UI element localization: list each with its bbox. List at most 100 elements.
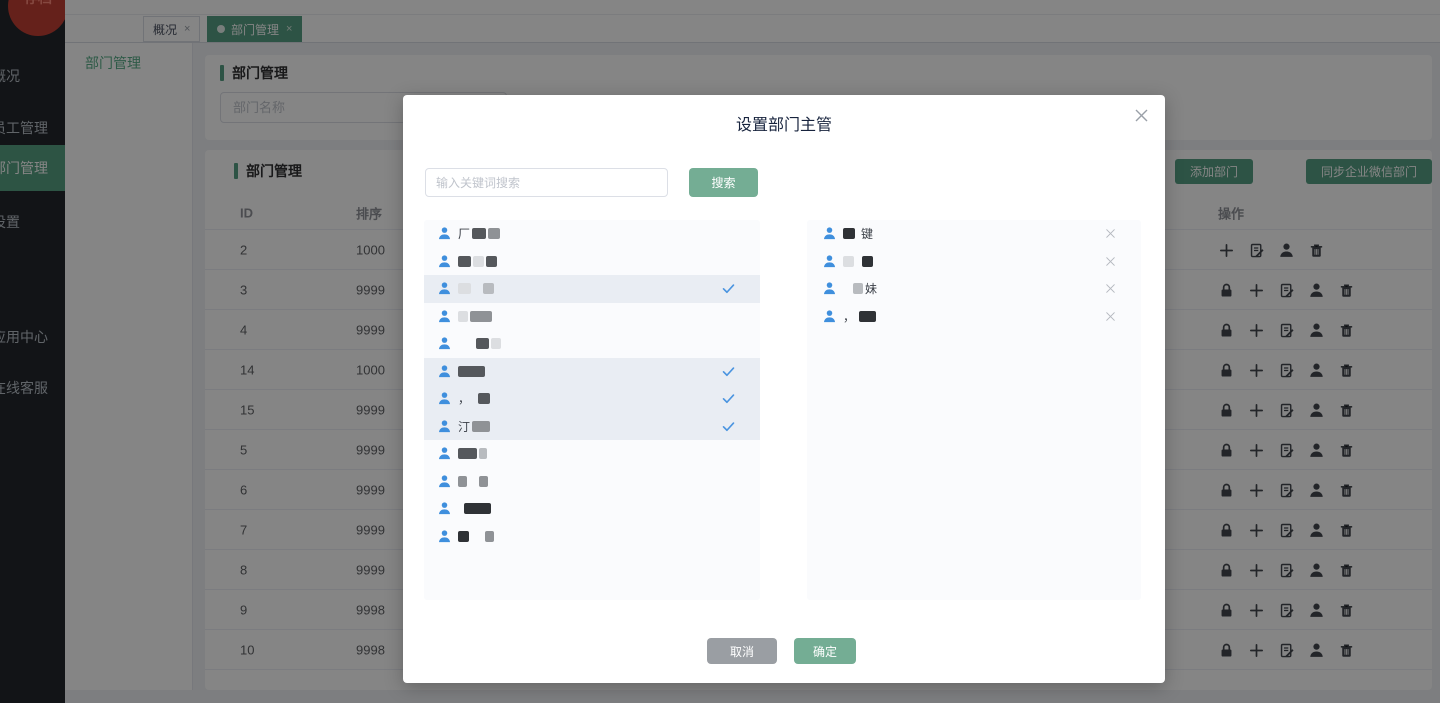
close-icon[interactable] bbox=[1134, 108, 1149, 123]
check-icon bbox=[721, 281, 736, 296]
censored-name-block bbox=[472, 228, 487, 240]
cancel-button[interactable]: 取消 bbox=[707, 638, 777, 664]
person-icon bbox=[439, 420, 450, 432]
person-icon bbox=[439, 392, 450, 405]
check-icon bbox=[722, 394, 735, 404]
candidate-user-row[interactable] bbox=[424, 523, 760, 551]
keyword-search-input[interactable] bbox=[425, 168, 668, 197]
person-icon bbox=[437, 364, 452, 379]
censored-name-block bbox=[473, 255, 484, 267]
candidate-user-row[interactable] bbox=[424, 495, 760, 523]
selected-manager-row: 键 bbox=[807, 220, 1141, 248]
name-gap bbox=[458, 343, 476, 344]
candidate-user-list: 厂 ， 汀 bbox=[424, 220, 760, 600]
remove-icon bbox=[1106, 229, 1115, 239]
censored-name-block bbox=[853, 283, 863, 295]
set-department-manager-dialog: 设置部门主管 搜索 厂 ， 汀 键妹 ， 取消 确定 bbox=[403, 95, 1165, 683]
remove-icon bbox=[1106, 256, 1115, 266]
remove-icon bbox=[1106, 311, 1115, 321]
person-icon bbox=[824, 310, 835, 322]
selected-manager-row: ， bbox=[807, 303, 1141, 331]
candidate-user-row[interactable] bbox=[424, 275, 760, 303]
person-icon bbox=[439, 337, 450, 350]
candidate-user-row[interactable]: 汀 bbox=[424, 412, 760, 440]
censored-name-block bbox=[458, 530, 469, 542]
remove-icon[interactable] bbox=[1104, 282, 1117, 295]
check-icon bbox=[722, 422, 735, 431]
candidate-user-row[interactable] bbox=[424, 357, 760, 385]
check-icon bbox=[721, 391, 736, 406]
censored-name-block bbox=[486, 255, 497, 267]
person-icon bbox=[822, 226, 837, 241]
censored-name-block bbox=[483, 283, 494, 295]
person-icon bbox=[439, 310, 450, 322]
person-icon bbox=[437, 281, 452, 296]
censored-name-block bbox=[458, 475, 467, 487]
name-fragment: 键 bbox=[861, 227, 874, 242]
remove-icon[interactable] bbox=[1104, 227, 1117, 240]
person-icon bbox=[439, 475, 450, 487]
search-button[interactable]: 搜索 bbox=[689, 168, 758, 197]
remove-icon bbox=[1106, 284, 1115, 294]
censored-name-block bbox=[476, 338, 489, 350]
candidate-user-row[interactable] bbox=[424, 330, 760, 358]
person-icon bbox=[822, 254, 837, 269]
selected-manager-list: 键妹 ， bbox=[807, 220, 1141, 600]
person-icon bbox=[439, 365, 450, 377]
name-fragment: 汀 bbox=[458, 419, 471, 434]
censored-name-block bbox=[458, 255, 471, 267]
candidate-user-row[interactable] bbox=[424, 303, 760, 331]
name-fragment: 妹 bbox=[865, 282, 878, 297]
check-icon bbox=[721, 419, 736, 434]
censored-name-block bbox=[458, 310, 468, 322]
censored-name-block bbox=[843, 228, 855, 240]
person-icon bbox=[439, 227, 450, 240]
person-icon bbox=[437, 336, 452, 351]
censored-name-block bbox=[458, 283, 471, 295]
censored-name-block bbox=[479, 475, 488, 487]
censored-name-block bbox=[470, 310, 492, 322]
censored-name-block bbox=[859, 310, 877, 322]
person-icon bbox=[439, 447, 450, 460]
person-icon bbox=[437, 501, 452, 516]
candidate-user-row[interactable]: 厂 bbox=[424, 220, 760, 248]
candidate-user-row[interactable] bbox=[424, 468, 760, 496]
candidate-user-row[interactable]: ， bbox=[424, 385, 760, 413]
check-icon bbox=[722, 367, 735, 376]
candidate-user-row[interactable] bbox=[424, 440, 760, 468]
person-icon bbox=[439, 502, 450, 515]
censored-name-block bbox=[458, 365, 485, 377]
censored-name-block bbox=[464, 503, 491, 515]
selected-manager-row bbox=[807, 248, 1141, 276]
censored-name-block bbox=[485, 530, 494, 542]
person-icon bbox=[437, 226, 452, 241]
name-fragment: ， bbox=[458, 392, 471, 407]
person-icon bbox=[824, 282, 835, 295]
censored-name-block bbox=[472, 420, 491, 432]
censored-name-block bbox=[479, 448, 487, 460]
censored-name-block bbox=[478, 393, 491, 405]
name-gap bbox=[843, 288, 853, 289]
name-fragment: 厂 bbox=[458, 227, 471, 242]
person-icon bbox=[822, 309, 837, 324]
check-icon bbox=[722, 284, 735, 294]
candidate-user-row[interactable] bbox=[424, 248, 760, 276]
person-icon bbox=[437, 391, 452, 406]
person-icon bbox=[437, 419, 452, 434]
confirm-button[interactable]: 确定 bbox=[794, 638, 856, 664]
censored-name-block bbox=[843, 255, 854, 267]
person-icon bbox=[439, 255, 450, 267]
person-icon bbox=[437, 446, 452, 461]
person-icon bbox=[437, 254, 452, 269]
censored-name-block bbox=[491, 338, 501, 350]
person-icon bbox=[437, 529, 452, 544]
name-gap bbox=[469, 481, 479, 482]
remove-icon[interactable] bbox=[1104, 310, 1117, 323]
check-icon bbox=[721, 364, 736, 379]
name-fragment: ， bbox=[843, 309, 856, 324]
person-icon bbox=[439, 530, 450, 542]
remove-icon[interactable] bbox=[1104, 255, 1117, 268]
person-icon bbox=[437, 474, 452, 489]
name-gap bbox=[473, 288, 483, 289]
censored-name-block bbox=[458, 448, 477, 460]
